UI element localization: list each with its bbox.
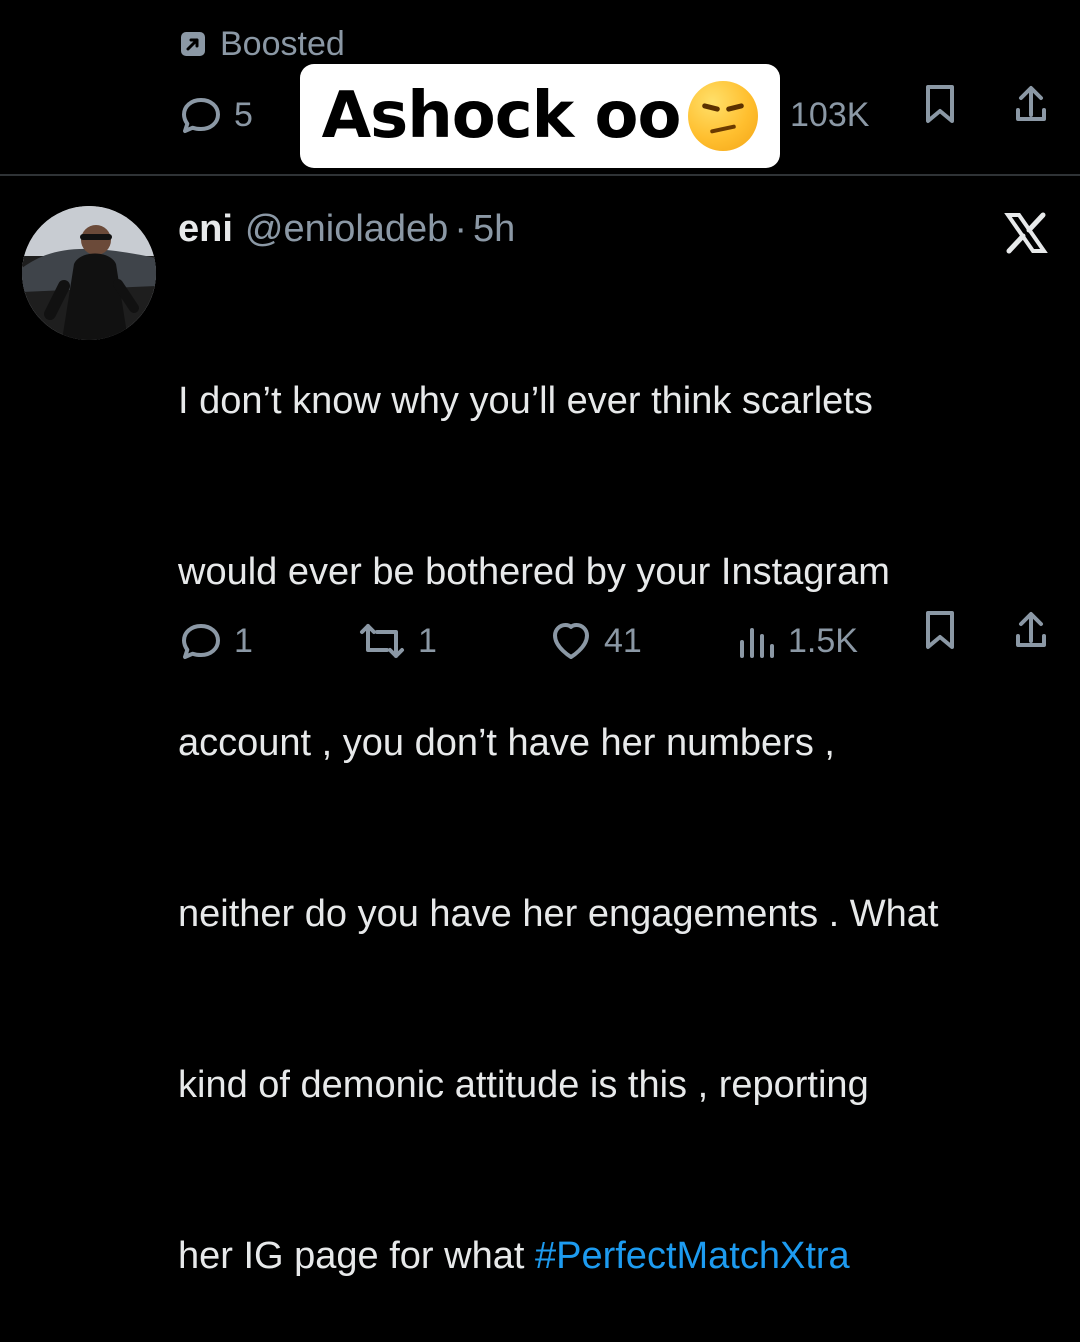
tweet-last-line: her IG page for what #PerfectMatchXtra [178,1228,1062,1285]
share-icon [1009,606,1053,656]
bookmark-icon [918,80,962,130]
share-icon [1009,80,1053,130]
share-action[interactable] [1009,606,1053,676]
reply-icon [178,92,224,138]
heart-icon [548,618,594,664]
post-divider [0,174,1080,176]
avatar[interactable] [22,206,156,340]
x-logo-icon[interactable] [1000,207,1052,259]
unamused-face-icon [688,81,759,151]
tweet-line: kind of demonic attitude is this , repor… [178,1064,869,1106]
tweet-last-line-text: her IG page for what [178,1235,535,1277]
boosted-icon [178,29,208,59]
like-action[interactable]: 41 [548,606,642,676]
views-count: 1.5K [788,621,858,660]
post-time[interactable]: 5h [473,208,515,251]
views-action[interactable]: 1.5K [734,606,858,676]
bookmark-action-top[interactable] [918,80,962,150]
reply-action-top[interactable]: 5 [178,80,253,150]
views-icon [734,618,778,664]
tweet-line: would ever be bothered by your Instagram [178,551,890,593]
reply-action[interactable]: 1 [178,606,253,676]
user-handle[interactable]: @enioladeb [245,208,448,251]
reply-icon [178,618,224,664]
bookmark-icon [918,606,962,656]
views-count-top-text: 103K [790,95,870,134]
hashtag-link[interactable]: #PerfectMatchXtra [535,1235,850,1277]
repost-action[interactable]: 1 [356,606,437,676]
bookmark-action[interactable] [918,606,962,676]
boosted-text: Boosted [220,24,345,63]
boosted-label-row: Boosted [178,24,345,64]
views-count-top[interactable]: 103K [790,80,869,150]
meta-separator: · [454,208,467,250]
reply-count-top: 5 [234,95,253,134]
like-count: 41 [604,621,642,660]
overlay-caption-text: Ashock oo [321,79,682,153]
repost-icon [356,618,408,664]
tweet-header: eni @enioladeb · 5h [178,208,515,251]
tweet-line: neither do you have her engagements . Wh… [178,893,939,935]
repost-count: 1 [418,621,437,660]
share-action-top[interactable] [1009,80,1053,150]
overlay-caption-card: Ashock oo [300,64,780,168]
tweet-line: I don’t know why you’ll ever think scarl… [178,380,873,422]
tweet-line: account , you don’t have her numbers , [178,722,835,764]
display-name[interactable]: eni [178,208,233,251]
tweet-body: I don’t know why you’ll ever think scarl… [178,259,1062,1342]
reply-count: 1 [234,621,253,660]
